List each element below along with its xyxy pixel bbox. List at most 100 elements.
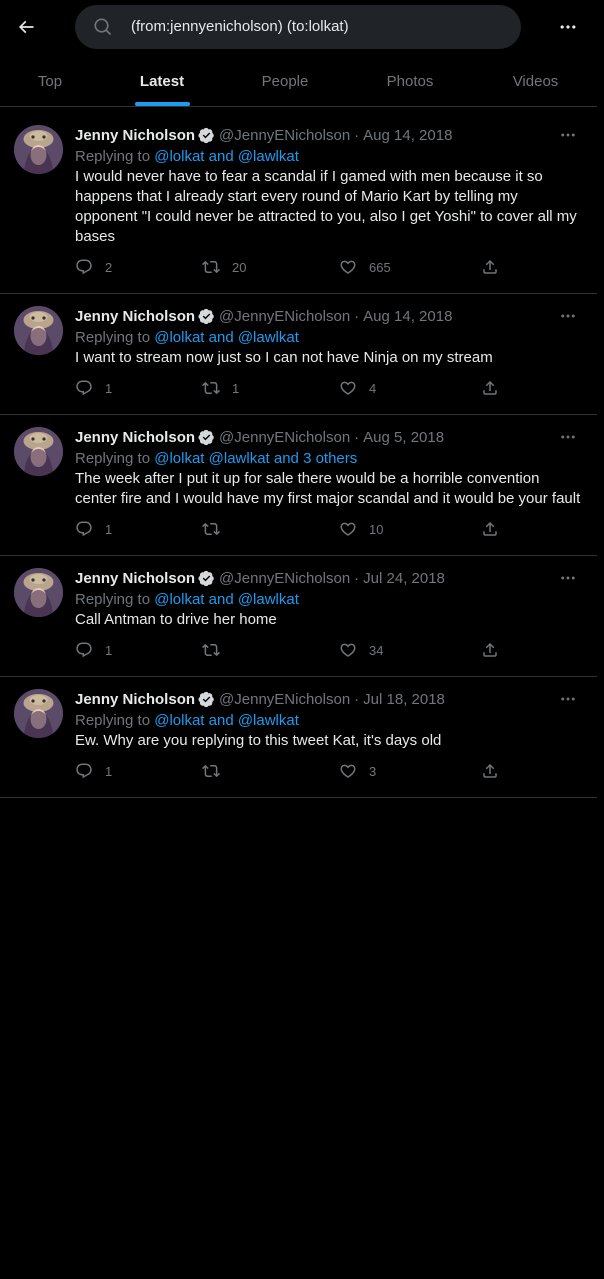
- like-button[interactable]: 4: [339, 378, 376, 398]
- author-name[interactable]: Jenny Nicholson: [75, 127, 195, 144]
- reply-icon: [76, 642, 92, 658]
- tab-photos[interactable]: Photos: [346, 56, 474, 106]
- tweet-header: Jenny Nicholson @JennyENicholson · Aug 5…: [75, 427, 583, 447]
- replying-prefix: Replying to: [75, 329, 155, 346]
- like-button[interactable]: 3: [339, 761, 376, 781]
- share-button[interactable]: [481, 640, 499, 660]
- share-button[interactable]: [481, 257, 499, 277]
- tweet-more-button[interactable]: [557, 568, 579, 588]
- tweet-date[interactable]: Jul 24, 2018: [363, 570, 445, 587]
- tab-videos[interactable]: Videos: [474, 56, 597, 106]
- tweet-date[interactable]: Aug 5, 2018: [363, 429, 444, 446]
- verified-badge-icon: [198, 429, 214, 445]
- avatar[interactable]: [14, 427, 63, 476]
- search-input[interactable]: (from:jennyenicholson) (to:lolkat): [75, 5, 521, 49]
- tweet-content: Jenny Nicholson @JennyENicholson · Jul 2…: [75, 556, 597, 676]
- author-handle[interactable]: @JennyENicholson: [219, 127, 350, 144]
- tweet-more-button[interactable]: [557, 125, 579, 145]
- author-handle[interactable]: @JennyENicholson: [219, 429, 350, 446]
- share-icon: [483, 763, 497, 778]
- tweet[interactable]: Jenny Nicholson @JennyENicholson · Jul 1…: [0, 677, 597, 798]
- replying-mentions[interactable]: @lolkat and @lawlkat: [154, 712, 299, 729]
- tweet[interactable]: Jenny Nicholson @JennyENicholson · Jul 2…: [0, 556, 597, 677]
- author-handle[interactable]: @JennyENicholson: [219, 691, 350, 708]
- avatar[interactable]: [14, 568, 63, 617]
- tweet-date[interactable]: Aug 14, 2018: [363, 308, 452, 325]
- author-name[interactable]: Jenny Nicholson: [75, 691, 195, 708]
- reply-button[interactable]: 2: [75, 257, 112, 277]
- share-icon: [483, 259, 497, 274]
- author-handle[interactable]: @JennyENicholson: [219, 308, 350, 325]
- separator-dot: ·: [354, 307, 360, 325]
- replying-to: Replying to @lolkat and @lawlkat: [75, 590, 583, 610]
- tweet-text: I want to stream now just so I can not h…: [75, 349, 493, 366]
- tweet-text: I would never have to fear a scandal if …: [75, 168, 577, 245]
- more-options-button[interactable]: [554, 13, 582, 41]
- author-name[interactable]: Jenny Nicholson: [75, 570, 195, 587]
- reply-button[interactable]: 1: [75, 640, 112, 660]
- tweet-actions: 1 3: [75, 753, 583, 797]
- replying-mentions[interactable]: @lolkat @lawlkat and 3 others: [154, 450, 357, 467]
- tweet-actions: 1 34: [75, 632, 583, 676]
- retweet-button[interactable]: 20: [202, 257, 246, 277]
- replying-mentions[interactable]: @lolkat and @lawlkat: [154, 148, 299, 165]
- replying-mentions[interactable]: @lolkat and @lawlkat: [154, 329, 299, 346]
- tweet[interactable]: Jenny Nicholson @JennyENicholson · Aug 1…: [0, 294, 597, 415]
- replying-prefix: Replying to: [75, 712, 155, 729]
- retweet-icon: [202, 643, 220, 657]
- tweet-actions: 1 1 4: [75, 370, 583, 414]
- tweet-header: Jenny Nicholson @JennyENicholson · Aug 1…: [75, 125, 583, 145]
- like-count: 34: [369, 642, 384, 658]
- like-button[interactable]: 34: [339, 640, 383, 660]
- retweet-button[interactable]: [202, 640, 232, 660]
- tweet-feed: Jenny Nicholson @JennyENicholson · Aug 1…: [0, 113, 597, 798]
- like-button[interactable]: 665: [339, 257, 391, 277]
- like-button[interactable]: 10: [339, 519, 383, 539]
- reply-icon: [76, 380, 92, 396]
- tweet-content: Jenny Nicholson @JennyENicholson · Aug 5…: [75, 415, 597, 555]
- retweet-button[interactable]: [202, 761, 232, 781]
- reply-button[interactable]: 1: [75, 519, 112, 539]
- author-handle[interactable]: @JennyENicholson: [219, 570, 350, 587]
- like-count: 10: [369, 521, 384, 537]
- reply-count: 1: [105, 642, 113, 658]
- heart-icon: [340, 764, 356, 778]
- more-horizontal-icon: [561, 697, 575, 701]
- tweet-more-button[interactable]: [557, 427, 579, 447]
- tweet[interactable]: Jenny Nicholson @JennyENicholson · Aug 5…: [0, 415, 597, 556]
- share-button[interactable]: [481, 761, 499, 781]
- tweet-date[interactable]: Aug 14, 2018: [363, 127, 452, 144]
- tweet-more-button[interactable]: [557, 689, 579, 709]
- reply-button[interactable]: 1: [75, 761, 112, 781]
- replying-to: Replying to @lolkat and @lawlkat: [75, 711, 583, 731]
- tweet[interactable]: Jenny Nicholson @JennyENicholson · Aug 1…: [0, 113, 597, 294]
- reply-button[interactable]: 1: [75, 378, 112, 398]
- tweet-text: The week after I put it up for sale ther…: [75, 470, 581, 507]
- tweet-more-button[interactable]: [557, 306, 579, 326]
- avatar[interactable]: [14, 689, 63, 738]
- reply-count: 1: [105, 380, 113, 396]
- reply-icon: [76, 763, 92, 779]
- author-name[interactable]: Jenny Nicholson: [75, 308, 195, 325]
- retweet-icon: [202, 764, 220, 778]
- tab-latest[interactable]: Latest: [100, 56, 224, 106]
- more-horizontal-icon: [561, 435, 575, 439]
- author-name[interactable]: Jenny Nicholson: [75, 429, 195, 446]
- tweet-date[interactable]: Jul 18, 2018: [363, 691, 445, 708]
- back-button[interactable]: [12, 13, 40, 41]
- verified-badge-icon: [198, 127, 214, 143]
- retweet-button[interactable]: 1: [202, 378, 239, 398]
- replying-mentions[interactable]: @lolkat and @lawlkat: [154, 591, 299, 608]
- separator-dot: ·: [354, 569, 360, 587]
- avatar[interactable]: [14, 306, 63, 355]
- avatar[interactable]: [14, 125, 63, 174]
- tab-top[interactable]: Top: [0, 56, 100, 106]
- share-icon: [483, 380, 497, 395]
- retweet-button[interactable]: [202, 519, 232, 539]
- retweet-icon: [202, 260, 220, 274]
- share-button[interactable]: [481, 378, 499, 398]
- share-button[interactable]: [481, 519, 499, 539]
- tab-people[interactable]: People: [224, 56, 346, 106]
- like-count: 665: [369, 259, 391, 275]
- separator-dot: ·: [354, 126, 360, 144]
